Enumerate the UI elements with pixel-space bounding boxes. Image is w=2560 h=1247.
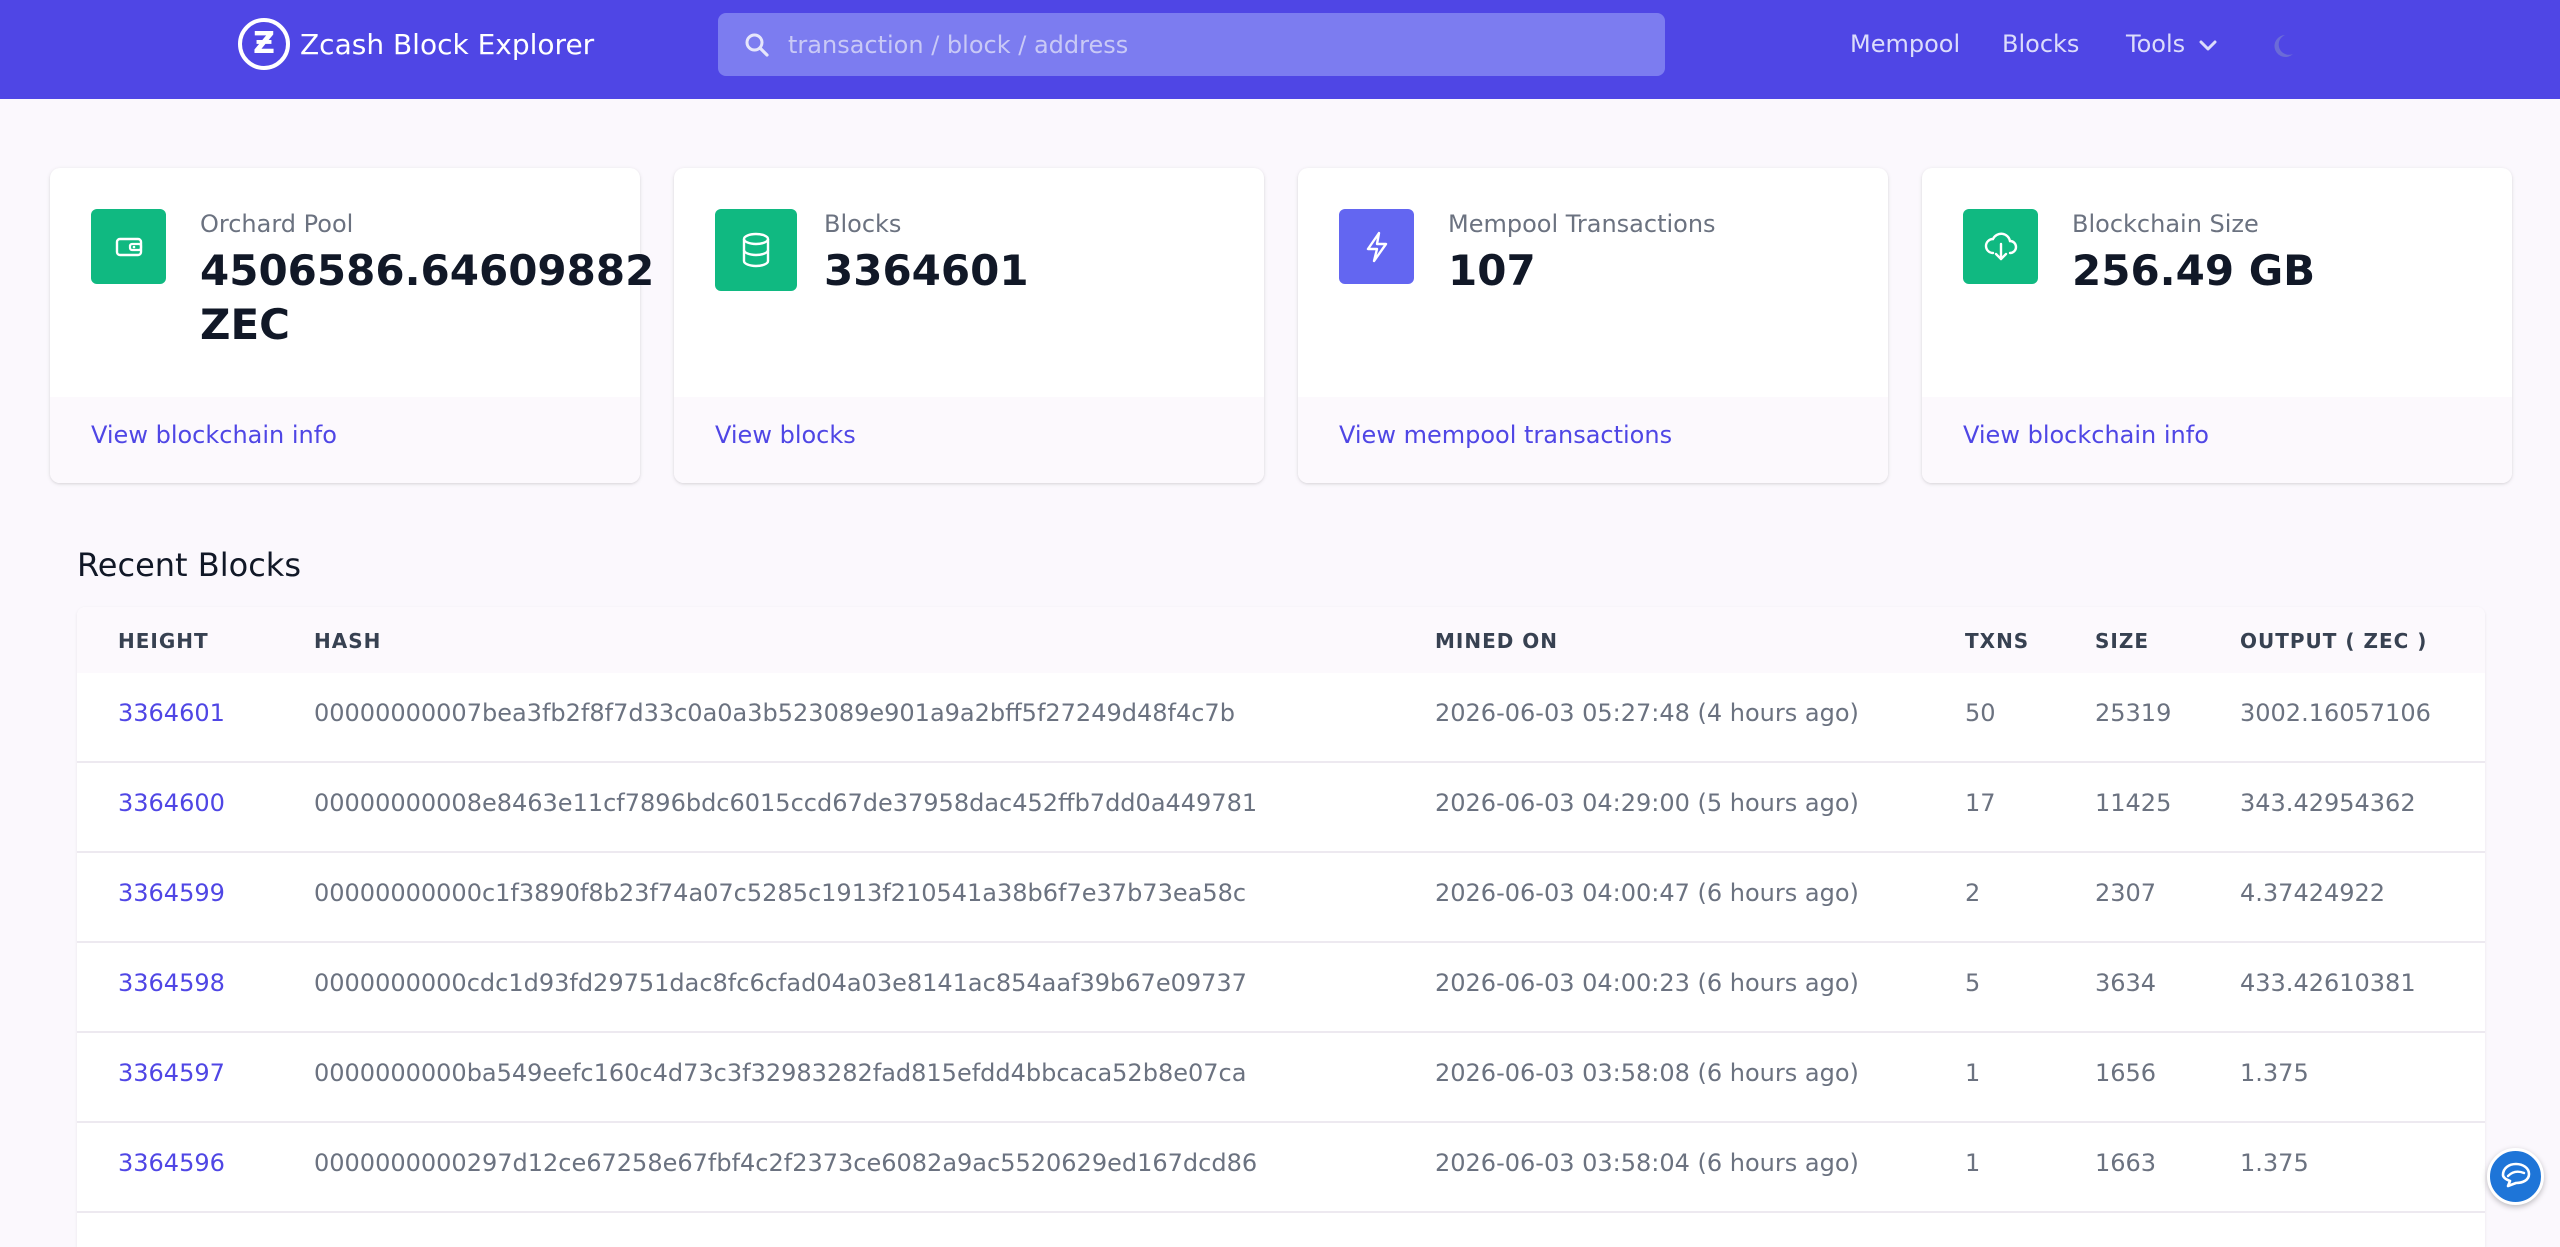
block-mined-on: 2026-06-03 03:58:04 (6 hours ago) — [1435, 1149, 1859, 1177]
nav-mempool-link[interactable]: Mempool — [1850, 30, 1960, 58]
card-label: Blocks — [824, 210, 902, 238]
view-blockchain-info-link[interactable]: View blockchain info — [91, 421, 337, 449]
lightning-icon — [1339, 209, 1414, 284]
block-size: 11425 — [2095, 789, 2172, 817]
card-footer: View blockchain info — [1922, 397, 2512, 483]
card-footer: View blocks — [674, 397, 1264, 483]
column-header-hash: HASH — [314, 629, 382, 653]
cloud-download-icon — [1963, 209, 2038, 284]
view-blocks-link[interactable]: View blocks — [715, 421, 856, 449]
card-value: 107 — [1448, 246, 1536, 295]
card-value: 256.49 GB — [2072, 246, 2316, 295]
card-footer: View blockchain info — [50, 397, 640, 483]
search-input[interactable] — [788, 13, 1648, 76]
stat-card-blocks: Blocks 3364601 View blocks — [674, 168, 1264, 483]
block-height-link[interactable]: 3364599 — [118, 879, 225, 907]
table-row: 3364601 00000000007bea3fb2f8f7d33c0a0a3b5… — [77, 673, 2485, 763]
wallet-icon — [91, 209, 166, 284]
block-size: 1663 — [2095, 1149, 2157, 1177]
block-output: 4.37424922 — [2240, 879, 2386, 907]
block-output: 433.42610381 — [2240, 969, 2416, 997]
block-txns: 5 — [1965, 969, 1981, 997]
block-hash: 0000000000297d12ce67258e67fbf4c2f2373ce6… — [314, 1149, 1258, 1177]
card-value: 4506586.64609882 ZEC — [200, 246, 655, 349]
top-navbar: Ƶ Zcash Block Explorer Mempool Blocks To… — [0, 0, 2560, 99]
card-label: Blockchain Size — [2072, 210, 2259, 238]
table-header: HEIGHT HASH MINED ON TXNS SIZE OUTPUT ( … — [77, 607, 2485, 673]
search-bar — [718, 13, 1665, 76]
block-size: 3634 — [2095, 969, 2157, 997]
block-txns: 50 — [1965, 699, 1996, 727]
column-header-output: OUTPUT ( ZEC ) — [2240, 629, 2428, 653]
nav-blocks-link[interactable]: Blocks — [2002, 30, 2079, 58]
block-height-link[interactable]: 3364601 — [118, 699, 225, 727]
table-row: 3364597 0000000000ba549eefc160c4d73c3f329… — [77, 1033, 2485, 1123]
chevron-down-icon — [2185, 30, 2217, 58]
block-txns: 2 — [1965, 879, 1981, 907]
block-height-link[interactable]: 3364596 — [118, 1149, 225, 1177]
block-size: 2307 — [2095, 879, 2157, 907]
block-txns: 1 — [1965, 1059, 1981, 1087]
block-mined-on: 2026-06-03 03:58:08 (6 hours ago) — [1435, 1059, 1859, 1087]
block-hash: 0000000000cdc1d93fd29751dac8fc6cfad04a03… — [314, 969, 1247, 997]
column-header-txns: TXNS — [1965, 629, 2030, 653]
recent-blocks-title: Recent Blocks — [77, 546, 301, 584]
block-hash: 00000000000c1f3890f8b23f74a07c5285c1913f… — [314, 879, 1247, 907]
recent-blocks-table: HEIGHT HASH MINED ON TXNS SIZE OUTPUT ( … — [77, 607, 2485, 1247]
view-mempool-transactions-link[interactable]: View mempool transactions — [1339, 421, 1672, 449]
block-hash: 0000000000ba549eefc160c4d73c3f32983282fa… — [314, 1059, 1247, 1087]
nav-tools-dropdown[interactable]: Tools — [2126, 30, 2217, 58]
block-height-link[interactable]: 3364600 — [118, 789, 225, 817]
stat-card-orchard-pool: Orchard Pool 4506586.64609882 ZEC View b… — [50, 168, 654, 483]
column-header-mined-on: MINED ON — [1435, 629, 1559, 653]
nav-tools-label: Tools — [2126, 30, 2186, 58]
block-output: 343.42954362 — [2240, 789, 2416, 817]
database-icon — [715, 209, 797, 291]
stat-card-blockchain-size: Blockchain Size 256.49 GB View blockchai… — [1922, 168, 2512, 483]
column-header-size: SIZE — [2095, 629, 2150, 653]
block-output: 1.375 — [2240, 1059, 2309, 1087]
block-hash: 00000000008e8463e11cf7896bdc6015ccd67de3… — [314, 789, 1258, 817]
block-output: 3002.16057106 — [2240, 699, 2431, 727]
table-row: 3364599 00000000000c1f3890f8b23f74a07c528… — [77, 853, 2485, 943]
card-value: 3364601 — [824, 246, 1029, 295]
block-size: 1656 — [2095, 1059, 2157, 1087]
card-label: Orchard Pool — [200, 210, 354, 238]
chat-widget-button[interactable] — [2487, 1148, 2544, 1205]
block-height-link[interactable]: 3364598 — [118, 969, 225, 997]
column-header-height: HEIGHT — [118, 629, 209, 653]
table-row: 3364600 00000000008e8463e11cf7896bdc6015c… — [77, 763, 2485, 853]
table-row: 3364596 0000000000297d12ce67258e67fbf4c2f… — [77, 1123, 2485, 1213]
block-mined-on: 2026-06-03 04:29:00 (5 hours ago) — [1435, 789, 1859, 817]
search-icon — [744, 32, 770, 62]
stat-card-mempool: Mempool Transactions 107 View mempool tr… — [1298, 168, 1888, 483]
moon-icon[interactable] — [2273, 30, 2303, 64]
block-mined-on: 2026-06-03 04:00:47 (6 hours ago) — [1435, 879, 1859, 907]
zcash-logo-icon: Ƶ — [238, 18, 290, 70]
chat-bubble-icon — [2499, 1161, 2533, 1193]
table-row: 3364598 0000000000cdc1d93fd29751dac8fc6cf… — [77, 943, 2485, 1033]
card-label: Mempool Transactions — [1448, 210, 1716, 238]
block-hash: 00000000007bea3fb2f8f7d33c0a0a3b523089e9… — [314, 699, 1235, 727]
block-mined-on: 2026-06-03 04:00:23 (6 hours ago) — [1435, 969, 1859, 997]
card-footer: View mempool transactions — [1298, 397, 1888, 483]
block-size: 25319 — [2095, 699, 2172, 727]
block-height-link[interactable]: 3364597 — [118, 1059, 225, 1087]
brand-title: Zcash Block Explorer — [300, 27, 595, 61]
block-txns: 17 — [1965, 789, 1996, 817]
block-txns: 1 — [1965, 1149, 1981, 1177]
block-mined-on: 2026-06-03 05:27:48 (4 hours ago) — [1435, 699, 1859, 727]
brand-link[interactable]: Ƶ Zcash Block Explorer — [238, 18, 594, 70]
block-output: 1.375 — [2240, 1149, 2309, 1177]
view-blockchain-info-link[interactable]: View blockchain info — [1963, 421, 2209, 449]
